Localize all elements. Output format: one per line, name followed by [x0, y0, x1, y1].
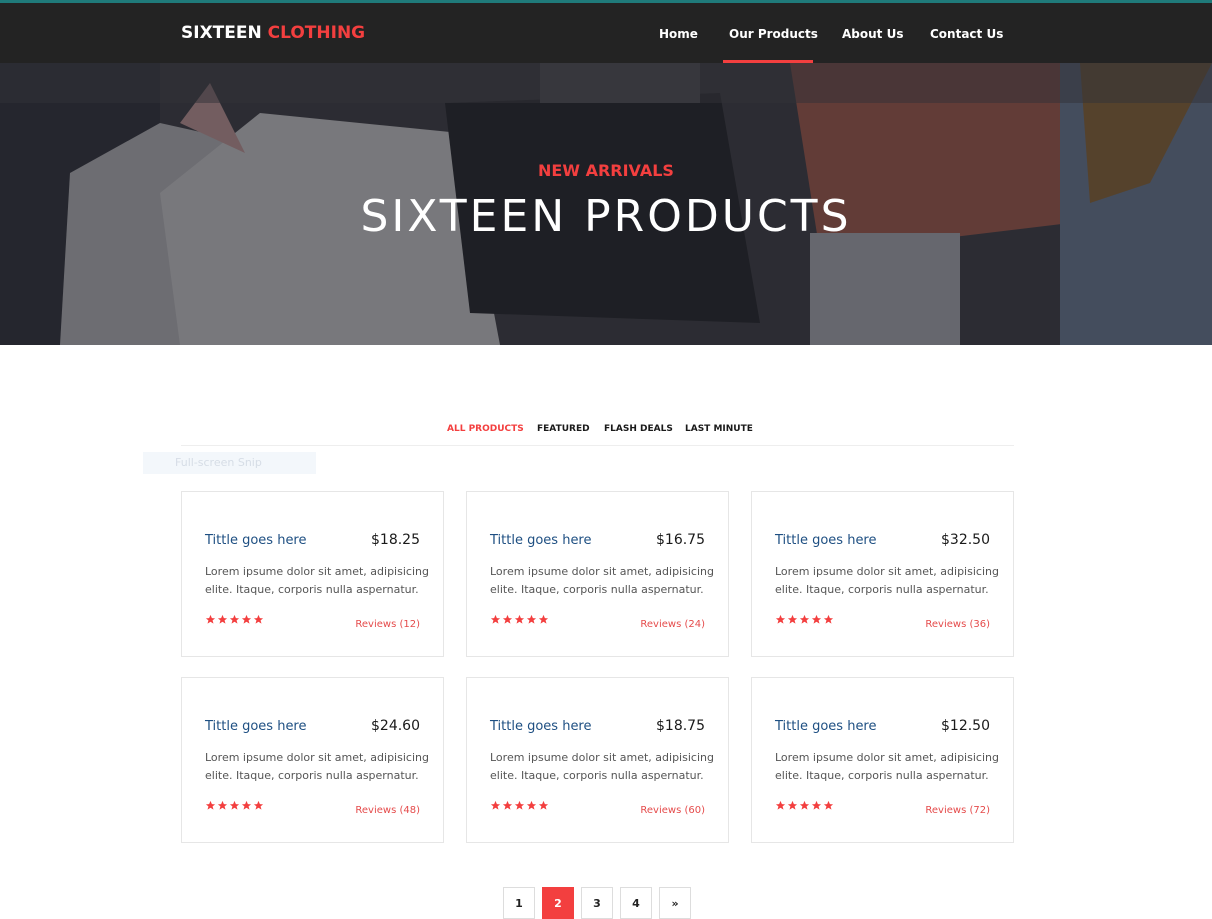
star-icon — [538, 614, 549, 624]
star-icon — [787, 614, 798, 624]
product-card[interactable]: Tittle goes here $24.60 Lorem ipsume dol… — [181, 677, 444, 843]
star-icon — [253, 800, 264, 810]
product-description: Lorem ipsume dolor sit amet, adipisicing… — [775, 751, 999, 782]
star-icon — [514, 614, 525, 624]
filter-featured[interactable]: FEATURED — [537, 424, 590, 434]
product-filters: ALL PRODUCTS FEATURED FLASH DEALS LAST M… — [181, 418, 1014, 446]
star-icon — [502, 800, 513, 810]
reviews-link[interactable]: Reviews (60) — [640, 805, 705, 816]
star-icon — [205, 800, 216, 810]
product-price: $16.75 — [656, 532, 705, 548]
star-icon — [526, 614, 537, 624]
star-rating — [490, 614, 549, 625]
star-icon — [799, 614, 810, 624]
star-icon — [775, 800, 786, 810]
star-icon — [823, 800, 834, 810]
page-1-button[interactable]: 1 — [503, 887, 535, 919]
filter-all-products[interactable]: ALL PRODUCTS — [447, 424, 524, 434]
star-icon — [823, 614, 834, 624]
product-description: Lorem ipsume dolor sit amet, adipisicing… — [490, 751, 714, 782]
star-icon — [490, 800, 501, 810]
filter-last-minute[interactable]: LAST MINUTE — [685, 424, 753, 434]
star-icon — [538, 800, 549, 810]
brand-name: SIXTEEN — [181, 23, 262, 43]
snip-label: Full-screen Snip — [175, 456, 262, 469]
product-card[interactable]: Tittle goes here $32.50 Lorem ipsume dol… — [751, 491, 1014, 657]
star-icon — [811, 614, 822, 624]
product-description: Lorem ipsume dolor sit amet, adipisicing… — [205, 565, 429, 596]
product-price: $32.50 — [941, 532, 990, 548]
brand-logo[interactable]: SIXTEEN CLOTHING — [181, 23, 365, 43]
reviews-link[interactable]: Reviews (72) — [925, 805, 990, 816]
star-icon — [229, 614, 240, 624]
star-icon — [490, 614, 501, 624]
product-title[interactable]: Tittle goes here — [775, 719, 877, 734]
nav-contact-us[interactable]: Contact Us — [930, 27, 1003, 41]
product-card[interactable]: Tittle goes here $18.25 Lorem ipsume dol… — [181, 491, 444, 657]
star-icon — [241, 614, 252, 624]
product-card[interactable]: Tittle goes here $12.50 Lorem ipsume dol… — [751, 677, 1014, 843]
filter-flash-deals[interactable]: FLASH DEALS — [604, 424, 673, 434]
star-icon — [217, 800, 228, 810]
star-icon — [205, 614, 216, 624]
page-2-button[interactable]: 2 — [542, 887, 574, 919]
product-title[interactable]: Tittle goes here — [490, 533, 592, 548]
star-icon — [253, 614, 264, 624]
product-description: Lorem ipsume dolor sit amet, adipisicing… — [775, 565, 999, 596]
star-icon — [526, 800, 537, 810]
reviews-link[interactable]: Reviews (48) — [355, 805, 420, 816]
nav-about-us[interactable]: About Us — [842, 27, 903, 41]
product-description: Lorem ipsume dolor sit amet, adipisicing… — [490, 565, 714, 596]
product-price: $12.50 — [941, 718, 990, 734]
star-rating — [205, 614, 264, 625]
star-icon — [217, 614, 228, 624]
snip-overlay: Full-screen Snip — [143, 452, 316, 474]
product-card[interactable]: Tittle goes here $16.75 Lorem ipsume dol… — [466, 491, 729, 657]
product-card[interactable]: Tittle goes here $18.75 Lorem ipsume dol… — [466, 677, 729, 843]
star-rating — [205, 800, 264, 811]
star-rating — [490, 800, 549, 811]
product-title[interactable]: Tittle goes here — [205, 719, 307, 734]
star-rating — [775, 800, 834, 811]
brand-accent: CLOTHING — [267, 23, 366, 43]
star-icon — [787, 800, 798, 810]
reviews-link[interactable]: Reviews (12) — [355, 619, 420, 630]
star-icon — [502, 614, 513, 624]
hero-banner: NEW ARRIVALS SIXTEEN PRODUCTS — [0, 63, 1212, 345]
navbar: SIXTEEN CLOTHING Home Our Products About… — [0, 3, 1212, 63]
star-icon — [229, 800, 240, 810]
product-title[interactable]: Tittle goes here — [205, 533, 307, 548]
hero-title: SIXTEEN PRODUCTS — [360, 191, 852, 242]
product-title[interactable]: Tittle goes here — [490, 719, 592, 734]
product-description: Lorem ipsume dolor sit amet, adipisicing… — [205, 751, 429, 782]
nav-home[interactable]: Home — [659, 27, 698, 41]
star-icon — [799, 800, 810, 810]
product-title[interactable]: Tittle goes here — [775, 533, 877, 548]
star-icon — [514, 800, 525, 810]
product-price: $18.25 — [371, 532, 420, 548]
next-page-button[interactable]: » — [659, 887, 691, 919]
nav-our-products[interactable]: Our Products — [729, 27, 818, 41]
page-3-button[interactable]: 3 — [581, 887, 613, 919]
star-icon — [775, 614, 786, 624]
page-4-button[interactable]: 4 — [620, 887, 652, 919]
reviews-link[interactable]: Reviews (24) — [640, 619, 705, 630]
product-price: $24.60 — [371, 718, 420, 734]
hero-kicker: NEW ARRIVALS — [538, 161, 674, 180]
reviews-link[interactable]: Reviews (36) — [925, 619, 990, 630]
star-icon — [241, 800, 252, 810]
star-icon — [811, 800, 822, 810]
product-price: $18.75 — [656, 718, 705, 734]
star-rating — [775, 614, 834, 625]
